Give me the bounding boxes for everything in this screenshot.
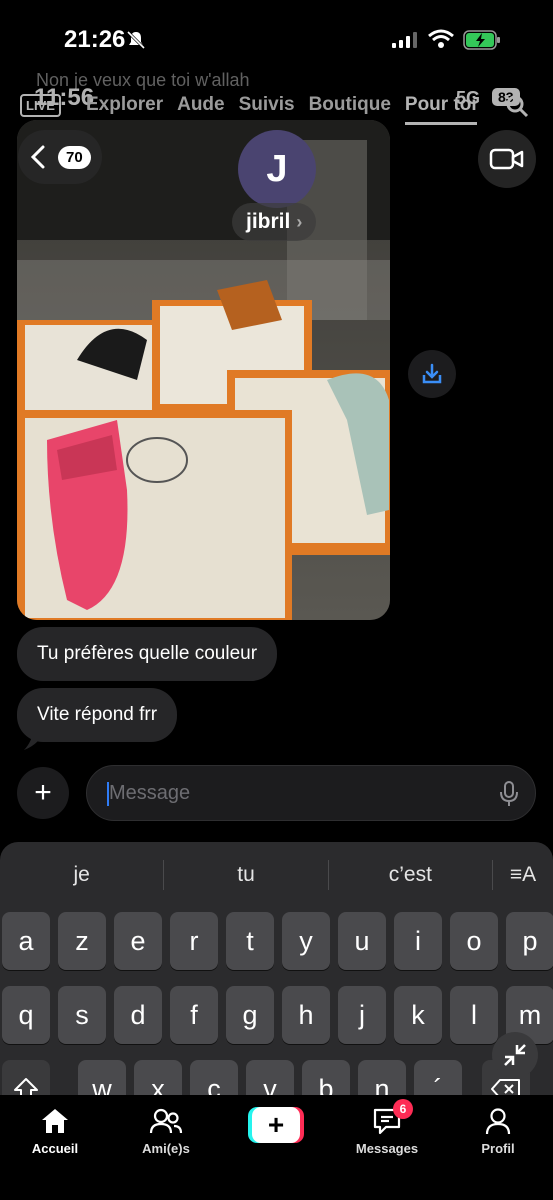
nav-profile[interactable]: Profil	[448, 1105, 548, 1156]
message-bubble[interactable]: Tu préfères quelle couleur	[17, 627, 278, 681]
key[interactable]: r	[170, 912, 218, 970]
profile-icon	[485, 1108, 511, 1135]
key[interactable]: f	[170, 986, 218, 1044]
battery-charging-icon	[463, 30, 500, 50]
suggestion[interactable]: c’est	[329, 863, 492, 887]
suggestion[interactable]: tu	[164, 863, 327, 887]
nav-friends[interactable]: Ami(e)s	[116, 1105, 216, 1156]
key[interactable]: a	[2, 912, 50, 970]
contact-name: jibril	[246, 210, 291, 233]
key[interactable]: k	[394, 986, 442, 1044]
status-bar: 21:26	[0, 0, 553, 80]
overlay-tabs: Explorer Aude Suivis Boutique Pour toi	[86, 94, 477, 125]
suggestion[interactable]: je	[0, 863, 163, 887]
nav-label: Accueil	[31, 1141, 79, 1156]
key[interactable]: d	[114, 986, 162, 1044]
contact-name-button[interactable]: jibril ›	[232, 203, 317, 241]
key[interactable]: z	[58, 912, 106, 970]
status-time: 21:26	[64, 26, 126, 53]
keyboard: je tu c’est ≡A a z e r t y u i o p q s d…	[0, 842, 553, 1102]
video-camera-icon	[489, 148, 524, 170]
key[interactable]: q	[2, 986, 50, 1044]
bottom-nav: Accueil Ami(e)s + 6 Messages Profil	[0, 1095, 553, 1200]
key[interactable]: y	[282, 912, 330, 970]
overlay-tab: Suivis	[238, 94, 295, 115]
key[interactable]: o	[450, 912, 498, 970]
bubble-tail	[24, 728, 46, 750]
suggestion-bar: je tu c’est ≡A	[0, 842, 553, 908]
microphone-icon[interactable]	[499, 781, 519, 807]
plus-icon: +	[252, 1107, 300, 1143]
nav-label: Messages	[355, 1141, 419, 1156]
video-call-button[interactable]	[478, 130, 536, 188]
key[interactable]: t	[226, 912, 274, 970]
wifi-icon	[428, 29, 454, 48]
create-button[interactable]: +	[248, 1107, 304, 1143]
contact-avatar[interactable]: J	[238, 130, 316, 208]
shared-photo[interactable]	[17, 120, 390, 620]
message-text: Vite répond frr	[37, 704, 158, 725]
back-button[interactable]: 70	[18, 130, 102, 184]
background-app-overlay: Non je veux que toi w'allah LIVE 11:56 E…	[0, 70, 553, 130]
key-row-2: q s d f g h j k l m	[2, 986, 553, 1044]
message-field[interactable]	[86, 765, 536, 821]
key[interactable]: l	[450, 986, 498, 1044]
add-attachment-button[interactable]: +	[17, 767, 69, 819]
sandals-photo-image	[17, 120, 390, 620]
home-icon	[42, 1109, 68, 1133]
key[interactable]: s	[58, 986, 106, 1044]
minimize-keyboard-button[interactable]	[492, 1032, 538, 1078]
save-photo-button[interactable]	[408, 350, 456, 398]
message-text: Tu préfères quelle couleur	[37, 643, 258, 664]
key[interactable]: u	[338, 912, 386, 970]
download-icon	[422, 363, 442, 384]
key[interactable]: j	[338, 986, 386, 1044]
cell-signal-icon	[392, 32, 417, 48]
key-row-1: a z e r t y u i o p	[2, 912, 553, 970]
overlay-tab: Boutique	[308, 94, 391, 115]
message-input[interactable]	[109, 766, 489, 820]
key[interactable]: e	[114, 912, 162, 970]
chevron-left-icon	[30, 145, 45, 169]
overlay-tab: Aude	[177, 94, 225, 115]
plus-icon: +	[34, 776, 52, 809]
nav-label: Ami(e)s	[142, 1141, 190, 1156]
chevron-right-icon: ›	[296, 211, 303, 232]
nav-label: Profil	[481, 1141, 515, 1156]
key[interactable]: g	[226, 986, 274, 1044]
key[interactable]: p	[506, 912, 553, 970]
collapse-arrows-icon	[504, 1044, 526, 1066]
search-icon	[506, 95, 529, 118]
nav-messages[interactable]: 6 Messages	[337, 1099, 437, 1156]
messages-badge: 6	[393, 1099, 413, 1119]
friends-icon	[149, 1108, 183, 1134]
overlay-tab: Explorer	[86, 94, 164, 115]
bell-off-icon	[126, 30, 146, 50]
unread-count-badge: 70	[58, 145, 91, 169]
key[interactable]: h	[282, 986, 330, 1044]
nav-home[interactable]: Accueil	[5, 1105, 105, 1156]
key[interactable]: i	[394, 912, 442, 970]
text-format-icon[interactable]: ≡A	[493, 863, 553, 887]
overlay-network: 5G	[456, 88, 481, 108]
